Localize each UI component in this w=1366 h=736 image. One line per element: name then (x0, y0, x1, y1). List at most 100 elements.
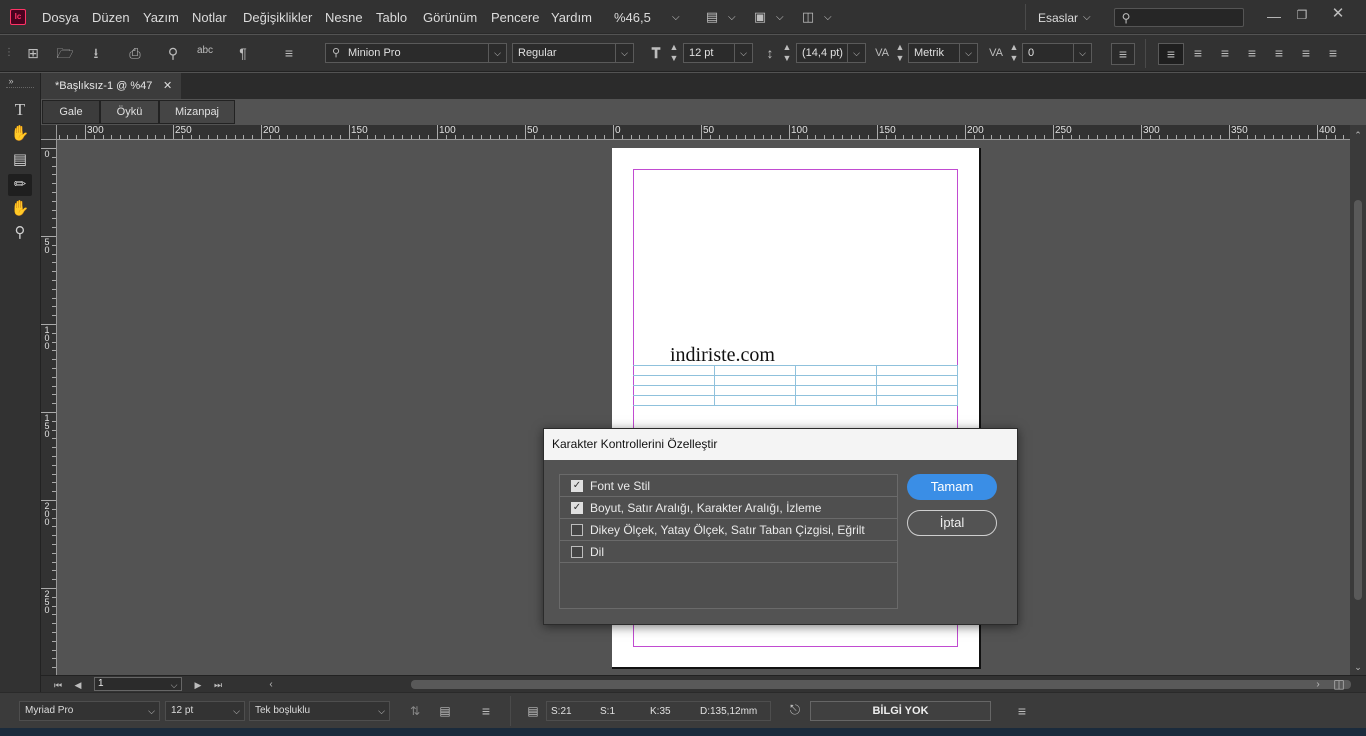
justify-right-icon[interactable]: ≡ (1298, 45, 1314, 61)
tracking-stepper[interactable]: ▲ ▼ (1008, 42, 1020, 64)
next-page-icon[interactable]: ▶ (193, 677, 203, 693)
font-size-stepper[interactable]: ▲ ▼ (668, 42, 680, 64)
panel-grip-icon[interactable]: ⋮ (4, 45, 14, 61)
option-size-leading[interactable]: ✓ Boyut, Satır Aralığı, Karakter Aralığı… (560, 497, 897, 519)
scroll-up-icon[interactable]: ⌃ (1353, 127, 1363, 143)
option-language[interactable]: Dil (560, 541, 897, 563)
status-size-field[interactable]: 12 pt ⌵ (165, 701, 245, 721)
option-font-style-checkbox[interactable]: ✓ (571, 480, 583, 492)
menu-pencere[interactable]: Pencere (491, 10, 539, 25)
menu-notlar[interactable]: Notlar (192, 10, 227, 25)
scroll-right-icon[interactable]: › (1313, 677, 1323, 693)
zoom-level[interactable]: %46,5 (614, 10, 651, 25)
status-spacing-chevron-down-icon[interactable]: ⌵ (378, 702, 385, 720)
tracking-field[interactable]: 0 ⌵ (1022, 43, 1092, 63)
option-scale-baseline[interactable]: Dikey Ölçek, Yatay Ölçek, Satır Taban Çi… (560, 519, 897, 541)
menu-yazim[interactable]: Yazım (143, 10, 179, 25)
align-left-button[interactable]: ≡ (1158, 43, 1184, 65)
split-view-icon[interactable]: ◫ (1331, 676, 1347, 692)
justify-left-icon[interactable]: ≡ (1244, 45, 1260, 61)
font-size-chevron-down-icon[interactable]: ⌵ (734, 44, 752, 62)
font-family-field[interactable]: ⚲ Minion Pro ⌵ (325, 43, 507, 63)
screen-mode-icon[interactable]: ▣ (750, 9, 770, 25)
horizontal-ruler[interactable]: 300 250 200 150 100 50 0 50 100 150 200 250 300 350 40… (57, 125, 1350, 140)
scroll-down-icon[interactable]: ⌄ (1353, 659, 1363, 675)
font-style-field[interactable]: Regular ⌵ (512, 43, 634, 63)
leading-field[interactable]: (14,4 pt) ⌵ (796, 43, 866, 63)
font-family-chevron-down-icon[interactable]: ⌵ (488, 44, 506, 62)
last-page-icon[interactable]: ⏭ (213, 677, 223, 693)
position-tool-icon[interactable]: ✋ (8, 123, 32, 145)
justify-all-icon[interactable]: ≡ (1325, 45, 1341, 61)
option-language-checkbox[interactable] (571, 546, 583, 558)
story-info-icon[interactable]: ▤ (525, 703, 541, 719)
view-options-icon[interactable]: ▤ (702, 9, 722, 25)
status-spacing-field[interactable]: Tek boşluklu ⌵ (249, 701, 390, 721)
scroll-left-icon[interactable]: ‹ (266, 677, 276, 693)
first-page-icon[interactable]: ⏮ (53, 677, 63, 693)
leading-chevron-down-icon[interactable]: ⌵ (847, 44, 865, 62)
find-icon[interactable]: ⚲ (165, 45, 181, 61)
screen-mode-chevron-down-icon[interactable]: ⌵ (776, 12, 784, 23)
print-icon[interactable]: ⎙ (126, 45, 144, 61)
save-icon[interactable]: ⭳ (88, 45, 104, 61)
status-size-chevron-down-icon[interactable]: ⌵ (233, 702, 240, 720)
tab-oyku[interactable]: Öykü (100, 100, 159, 124)
menu-degisiklikler[interactable]: Değişiklikler (243, 10, 312, 25)
columns-icon[interactable]: ▤ (437, 703, 453, 719)
vertical-ruler[interactable]: 0 50 100 150 200 250 (41, 140, 57, 675)
justify-center-icon[interactable]: ≡ (1271, 45, 1287, 61)
line-numbers-icon[interactable]: ⇅ (407, 703, 423, 719)
workspace-chevron-down-icon[interactable]: ⌵ (1083, 12, 1091, 23)
cancel-button[interactable]: İptal (907, 510, 997, 536)
menu-nesne[interactable]: Nesne (325, 10, 363, 25)
tracking-chevron-down-icon[interactable]: ⌵ (1073, 44, 1091, 62)
status-menu-lines-icon[interactable]: ≡ (478, 703, 494, 719)
menu-duzen[interactable]: Düzen (92, 10, 130, 25)
menu-dosya[interactable]: Dosya (42, 10, 79, 25)
align-center-icon[interactable]: ≡ (1190, 45, 1206, 61)
menu-gorunum[interactable]: Görünüm (423, 10, 477, 25)
ruler-origin[interactable] (41, 125, 57, 140)
close-window-icon[interactable]: ✕ (1330, 6, 1346, 22)
pilcrow-icon[interactable]: ¶ (236, 45, 250, 61)
menu-tablo[interactable]: Tablo (376, 10, 407, 25)
arrange-chevron-down-icon[interactable]: ⌵ (824, 12, 832, 23)
document-tab[interactable]: *Başlıksız-1 @ %47 ✕ (41, 73, 181, 99)
zoom-chevron-down-icon[interactable]: ⌵ (672, 12, 680, 23)
vertical-scrollbar[interactable]: ⌃ ⌄ (1350, 125, 1366, 675)
workspace-switcher[interactable]: Esaslar (1038, 11, 1078, 25)
option-scale-baseline-checkbox[interactable] (571, 524, 583, 536)
view-options-chevron-down-icon[interactable]: ⌵ (728, 12, 736, 23)
ok-button[interactable]: Tamam (907, 474, 997, 500)
leading-stepper[interactable]: ▲ ▼ (781, 42, 793, 64)
align-right-icon[interactable]: ≡ (1217, 45, 1233, 61)
table[interactable] (633, 365, 958, 406)
status-font-chevron-down-icon[interactable]: ⌵ (148, 702, 155, 720)
open-folder-icon[interactable]: 🗁 (56, 45, 74, 61)
status-font-field[interactable]: Myriad Pro ⌵ (19, 701, 160, 721)
page-list-chevron-down-icon[interactable]: ⌵ (168, 677, 180, 693)
tab-gale[interactable]: Gale (42, 100, 100, 124)
font-style-chevron-down-icon[interactable]: ⌵ (615, 44, 633, 62)
font-size-field[interactable]: 12 pt ⌵ (683, 43, 753, 63)
menu-lines-icon[interactable]: ≡ (281, 45, 297, 61)
option-font-style[interactable]: ✓ Font ve Stil (560, 475, 897, 497)
vertical-scroll-thumb[interactable] (1354, 200, 1362, 600)
menu-yardim[interactable]: Yardım (551, 10, 592, 25)
restore-icon[interactable]: ❐ (1294, 7, 1310, 23)
eyedropper-tool-icon[interactable]: ✏ (8, 174, 32, 196)
text-frame[interactable]: indiriste.com (670, 344, 775, 367)
tab-mizanpaj[interactable]: Mizanpaj (159, 100, 235, 124)
arrange-documents-icon[interactable]: ◫ (798, 9, 818, 25)
status-options-icon[interactable]: ≡ (1014, 703, 1030, 719)
stamp-icon[interactable]: ⎋ (786, 702, 804, 718)
spellcheck-icon[interactable]: abc (195, 43, 215, 59)
kerning-field[interactable]: Metrik ⌵ (908, 43, 978, 63)
search-input[interactable]: ⚲ (1114, 8, 1244, 27)
kerning-chevron-down-icon[interactable]: ⌵ (959, 44, 977, 62)
zoom-tool-icon[interactable]: ⚲ (8, 222, 32, 244)
new-document-icon[interactable]: ⊞ (25, 45, 41, 61)
type-tool-icon[interactable]: T (8, 99, 32, 121)
minimize-icon[interactable]: — (1266, 8, 1282, 24)
